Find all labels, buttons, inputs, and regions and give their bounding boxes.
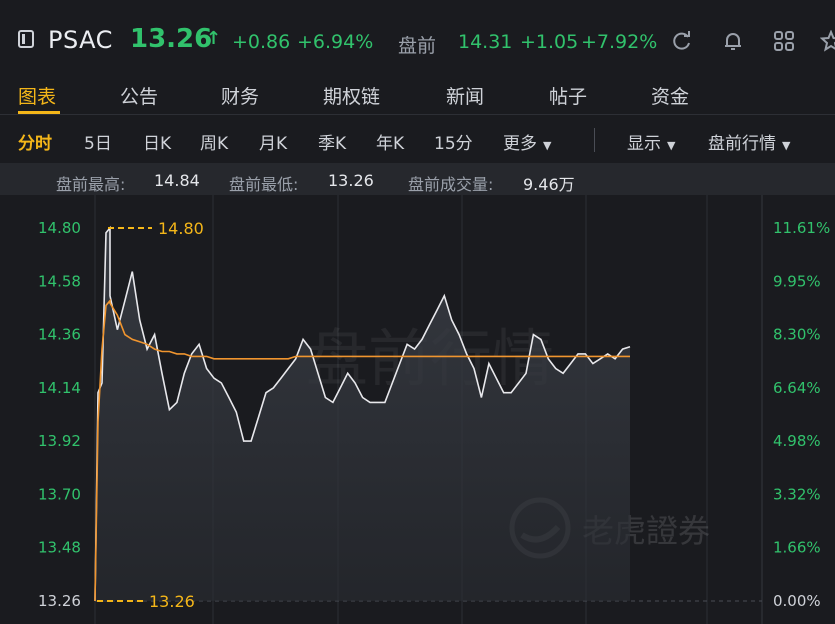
- period-weekly[interactable]: 周K: [200, 129, 228, 154]
- percent-tick-label: 0.00%: [773, 592, 821, 610]
- price-change-pct: +6.94%: [297, 31, 374, 53]
- period-quarterly[interactable]: 季K: [318, 129, 346, 154]
- period-yearly[interactable]: 年K: [376, 129, 404, 154]
- percent-tick-label: 11.61%: [773, 219, 830, 237]
- price-change: +0.86: [232, 31, 291, 53]
- star-icon[interactable]: [820, 30, 835, 52]
- period-selector: 分时 5日 日K 周K 月K 季K 年K 15分 更多 ▼ 显示 ▼ 盘前行情 ▼: [0, 118, 835, 158]
- period-monthly[interactable]: 月K: [259, 129, 287, 154]
- price-tick-label: 14.80: [38, 219, 81, 237]
- high-marker-label: 14.80: [158, 219, 204, 238]
- tab-news[interactable]: 新闻: [446, 82, 484, 109]
- price-tick-label: 13.70: [38, 485, 81, 503]
- tab-posts[interactable]: 帖子: [549, 82, 587, 109]
- premarket-high-value: 14.84: [154, 171, 200, 190]
- more-label: 更多: [503, 134, 537, 154]
- tab-capital-flow[interactable]: 资金: [651, 82, 689, 109]
- toolbar-divider: [594, 128, 595, 152]
- tab-chart[interactable]: 图表: [18, 82, 56, 109]
- display-label: 显示: [627, 134, 661, 154]
- premarket-change-pct: +7.92%: [581, 31, 658, 53]
- period-15min[interactable]: 15分: [434, 129, 473, 154]
- chevron-down-icon: ▼: [782, 139, 791, 152]
- main-tabs: 图表 公告 财务 期权链 新闻 帖子 资金: [0, 78, 835, 115]
- bell-icon[interactable]: [722, 30, 744, 52]
- period-intraday[interactable]: 分时: [18, 129, 52, 154]
- price-area-fill: [95, 228, 630, 601]
- percent-axis: 11.61% 9.95% 8.30% 6.64% 4.98% 3.32% 1.66% 0.00…: [773, 219, 830, 610]
- price-tick-label: 14.36: [38, 326, 81, 344]
- premarket-low-label: 盘前最低:: [229, 175, 299, 194]
- up-arrow-icon: ↑: [206, 28, 222, 49]
- percent-tick-label: 6.64%: [773, 379, 821, 397]
- sidebar-toggle-icon[interactable]: [18, 30, 34, 48]
- premarket-stats: 盘前最高: 14.84 盘前最低: 13.26 盘前成交量: 9.46万: [0, 163, 835, 195]
- last-price: 13.26: [130, 24, 213, 54]
- tab-financials[interactable]: 财务: [221, 82, 259, 109]
- premarket-change: +1.05: [520, 31, 579, 53]
- price-tick-label: 13.48: [38, 539, 81, 557]
- ticker-symbol: PSAC: [48, 26, 113, 54]
- percent-tick-label: 9.95%: [773, 272, 821, 290]
- grid-menu-icon[interactable]: [773, 30, 795, 52]
- premarket-quotes-dropdown[interactable]: 盘前行情 ▼: [708, 129, 790, 154]
- premarket-low-value: 13.26: [328, 171, 374, 190]
- price-axis: 14.80 14.58 14.36 14.14 13.92 13.70 13.48 13.26: [38, 219, 81, 610]
- period-daily[interactable]: 日K: [143, 129, 171, 154]
- premarket-quotes-label: 盘前行情: [708, 134, 776, 154]
- premarket-volume-value: 9.46万: [523, 175, 575, 194]
- active-tab-indicator: [18, 111, 60, 114]
- refresh-icon[interactable]: [671, 30, 693, 52]
- premarket-high-label: 盘前最高:: [56, 175, 126, 194]
- premarket-volume-label: 盘前成交量:: [408, 175, 494, 194]
- percent-tick-label: 4.98%: [773, 432, 821, 450]
- premarket-label: 盘前: [398, 35, 437, 57]
- tab-announcements[interactable]: 公告: [120, 82, 158, 109]
- display-dropdown[interactable]: 显示 ▼: [627, 129, 675, 154]
- more-periods-dropdown[interactable]: 更多 ▼: [503, 129, 551, 154]
- tab-options-chain[interactable]: 期权链: [323, 82, 380, 109]
- price-tick-label: 13.26: [38, 592, 81, 610]
- percent-tick-label: 8.30%: [773, 326, 821, 344]
- price-tick-label: 13.92: [38, 432, 81, 450]
- chevron-down-icon: ▼: [543, 139, 552, 152]
- intraday-chart[interactable]: 盘前行情 老虎證券 14.8013.26 14.8014.5814.3614.1…: [0, 195, 835, 624]
- chevron-down-icon: ▼: [667, 139, 676, 152]
- premarket-price: 14.31: [458, 31, 513, 53]
- low-marker-label: 13.26: [149, 592, 195, 611]
- price-tick-label: 14.58: [38, 272, 81, 290]
- period-5d[interactable]: 5日: [84, 129, 112, 154]
- percent-tick-label: 1.66%: [773, 539, 821, 557]
- price-tick-label: 14.14: [38, 379, 81, 397]
- quote-header: PSAC 13.26 ↑ +0.86 +6.94% 盘前 14.31 +1.05…: [0, 0, 835, 78]
- percent-tick-label: 3.32%: [773, 485, 821, 503]
